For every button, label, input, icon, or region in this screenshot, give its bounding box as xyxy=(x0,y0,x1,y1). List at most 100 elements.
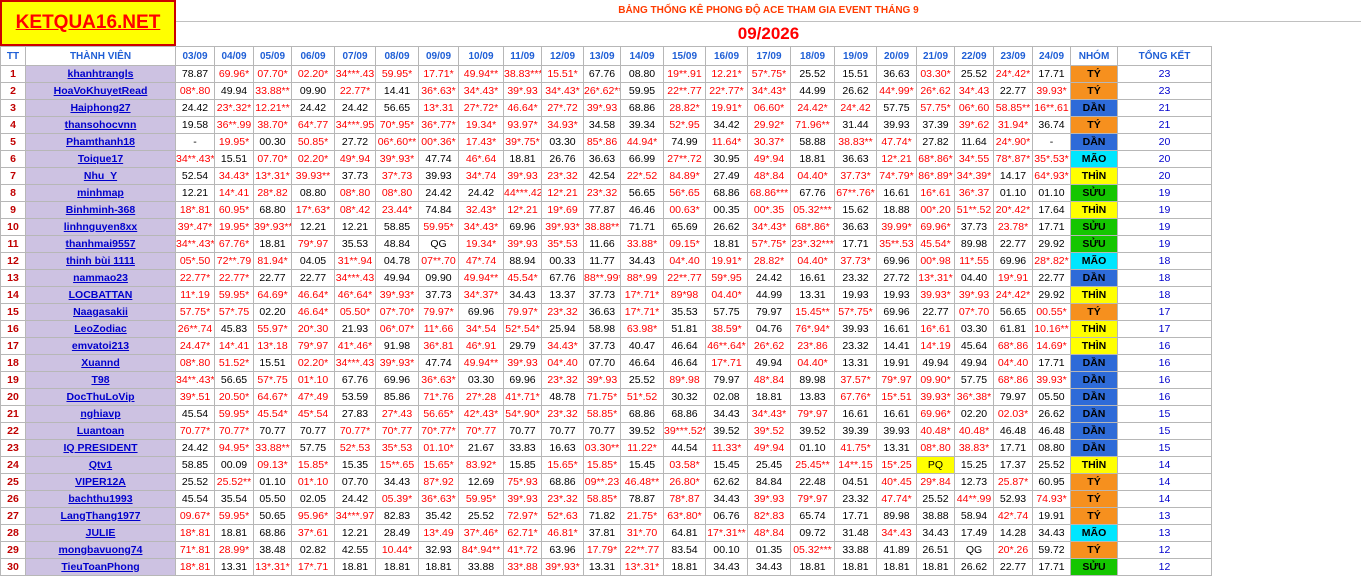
total-score: 13 xyxy=(1117,507,1212,525)
day-result-cell: 04*.40 xyxy=(663,252,706,270)
day-result-cell: 89.98 xyxy=(790,371,835,389)
day-result-cell: 23*.86 xyxy=(790,337,835,355)
day-result-cell: 36.63 xyxy=(876,65,917,83)
member-name-link[interactable]: DocThuLoVip xyxy=(25,388,176,406)
day-result-cell: 67.76* xyxy=(834,388,877,406)
day-result-cell: 09.90* xyxy=(916,371,955,389)
member-name-link[interactable]: Binhminh-368 xyxy=(25,201,176,219)
total-score: 19 xyxy=(1117,184,1212,202)
day-result-cell: 13.83 xyxy=(790,388,835,406)
day-result-cell: 39*.93* xyxy=(541,558,584,576)
day-result-cell: 58.98 xyxy=(583,320,621,338)
site-logo[interactable]: KETQUA16.NET xyxy=(0,0,176,46)
member-name-link[interactable]: thanhmai9557 xyxy=(25,235,176,253)
day-result-cell: 15.51 xyxy=(214,150,254,168)
member-name-link[interactable]: T98 xyxy=(25,371,176,389)
day-result-cell: 01.10 xyxy=(1032,184,1071,202)
member-name-link[interactable]: bachthu1993 xyxy=(25,490,176,508)
member-name-link[interactable]: VIPER12A xyxy=(25,473,176,491)
row-number: 1 xyxy=(0,65,26,83)
day-result-cell: 31**.94 xyxy=(334,252,376,270)
day-result-cell: 27*.72* xyxy=(458,99,504,117)
day-result-cell: 40.48* xyxy=(954,422,994,440)
day-result-cell: 18.81 xyxy=(214,524,254,542)
day-result-cell: 26.76 xyxy=(541,150,584,168)
col-header-date: 11/09 xyxy=(503,46,542,66)
col-header-date: 19/09 xyxy=(834,46,877,66)
day-result-cell: 34.43 xyxy=(1032,524,1071,542)
member-name-link[interactable]: nghiavp xyxy=(25,405,176,423)
day-result-cell: 39.99* xyxy=(876,218,917,236)
day-result-cell: 26*.62 xyxy=(747,337,791,355)
day-result-cell: 00*.98 xyxy=(916,252,955,270)
member-name-link[interactable]: mongbavuong74 xyxy=(25,541,176,559)
day-result-cell: 15.51* xyxy=(541,65,584,83)
member-name-link[interactable]: linhnguyen8xx xyxy=(25,218,176,236)
member-name-link[interactable]: Nhu_Y xyxy=(25,167,176,185)
day-result-cell: 56.65 xyxy=(620,184,664,202)
member-name-link[interactable]: Toique17 xyxy=(25,150,176,168)
day-result-cell: 10.16** xyxy=(1032,320,1071,338)
day-result-cell: 70.77 xyxy=(583,422,621,440)
day-result-cell: 35.54 xyxy=(214,490,254,508)
member-name-link[interactable]: nammao23 xyxy=(25,269,176,287)
member-name-link[interactable]: Xuannd xyxy=(25,354,176,372)
day-result-cell: 46.64* xyxy=(291,303,335,321)
day-result-cell: 17*.71* xyxy=(620,286,664,304)
day-result-cell: 54*.90* xyxy=(503,405,542,423)
member-name-link[interactable]: Naagasakii xyxy=(25,303,176,321)
member-name-link[interactable]: TieuToanPhong xyxy=(25,558,176,576)
day-result-cell: 34.43* xyxy=(541,337,584,355)
member-name-link[interactable]: minhmap xyxy=(25,184,176,202)
day-result-cell: 62.62 xyxy=(705,473,748,491)
group-badge: TÝ xyxy=(1070,65,1118,83)
day-result-cell: 17*.71 xyxy=(291,558,335,576)
member-name-link[interactable]: JULIE xyxy=(25,524,176,542)
member-name-link[interactable]: LOCBATTAN xyxy=(25,286,176,304)
header-row: TT THÀNH VIÊN 03/09 04/09 05/09 06/09 07/09 08/… xyxy=(0,46,1212,66)
member-name-link[interactable]: khanhtrangls xyxy=(25,65,176,83)
day-result-cell: 67.76 xyxy=(583,65,621,83)
day-result-cell: 74.99 xyxy=(663,133,706,151)
day-result-cell: 27.72 xyxy=(334,133,376,151)
member-name-link[interactable]: thansohocvnn xyxy=(25,116,176,134)
day-result-cell: 57*.75* xyxy=(747,65,791,83)
day-result-cell: 12.21 xyxy=(291,218,335,236)
table-row: 18 Xuannd 08*.80 51.52* 15.51 02.20* 34***.43 3… xyxy=(0,354,1212,372)
day-result-cell: 36.63 xyxy=(583,150,621,168)
member-name-link[interactable]: Qtv1 xyxy=(25,456,176,474)
day-result-cell: 47*.49 xyxy=(291,388,335,406)
day-result-cell: 33.88* xyxy=(620,235,664,253)
day-result-cell: 57.75 xyxy=(291,439,335,457)
member-name-link[interactable]: IQ PRESIDENT xyxy=(25,439,176,457)
day-result-cell: 34***.43 xyxy=(334,65,376,83)
day-result-cell: 39*.93 xyxy=(747,490,791,508)
member-name-link[interactable]: LeoZodiac xyxy=(25,320,176,338)
day-result-cell: 34*.43 xyxy=(876,524,917,542)
day-result-cell: 20.50* xyxy=(214,388,254,406)
day-result-cell: 34**.43* xyxy=(175,371,215,389)
member-name-link[interactable]: Phamthanh18 xyxy=(25,133,176,151)
day-result-cell: 36*.38* xyxy=(954,388,994,406)
day-result-cell: 49*.94 xyxy=(747,439,791,457)
member-name-link[interactable]: emvatoi213 xyxy=(25,337,176,355)
day-result-cell: 39*.93 xyxy=(503,490,542,508)
col-header-date: 09/09 xyxy=(418,46,459,66)
member-name-link[interactable]: HoaVoKhuyetRead xyxy=(25,82,176,100)
day-result-cell: 27.83 xyxy=(334,405,376,423)
day-result-cell: 84.84 xyxy=(747,473,791,491)
day-result-cell: 36*.63* xyxy=(418,371,459,389)
member-name-link[interactable]: Haiphong27 xyxy=(25,99,176,117)
col-header-date: 08/09 xyxy=(375,46,419,66)
member-name-link[interactable]: Luantoan xyxy=(25,422,176,440)
day-result-cell: 15.51 xyxy=(253,354,292,372)
day-result-cell: 35.42 xyxy=(418,507,459,525)
day-result-cell: 39.34 xyxy=(620,116,664,134)
day-result-cell: 33.88 xyxy=(458,558,504,576)
day-result-cell: 07.70 xyxy=(583,354,621,372)
day-result-cell: 38.83* xyxy=(954,439,994,457)
member-name-link[interactable]: thinh bùi 1111 xyxy=(25,252,176,270)
total-score: 19 xyxy=(1117,235,1212,253)
member-name-link[interactable]: LangThang1977 xyxy=(25,507,176,525)
day-result-cell: 05*.50 xyxy=(175,252,215,270)
